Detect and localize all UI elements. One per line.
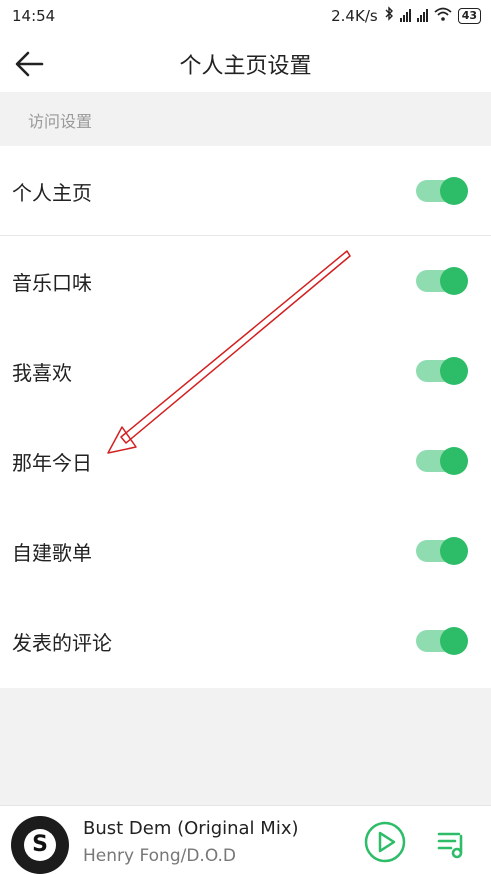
setting-label: 发表的评论 [12, 631, 112, 655]
setting-row-profile[interactable]: 个人主页 [0, 146, 491, 236]
network-speed: 2.4K/s [331, 6, 378, 25]
play-icon [364, 821, 406, 863]
playlist-icon [437, 832, 463, 859]
liked-toggle[interactable] [416, 357, 468, 385]
page-title: 个人主页设置 [179, 54, 312, 79]
album-art[interactable]: S [11, 816, 69, 874]
this-day-toggle[interactable] [416, 447, 468, 475]
bluetooth-icon [384, 6, 394, 25]
song-artist: Henry Fong/D.O.D [83, 846, 237, 866]
setting-label: 我喜欢 [12, 361, 72, 385]
signal-icon [399, 9, 411, 22]
wifi-icon [434, 7, 452, 25]
toggle-knob [440, 267, 468, 295]
battery-indicator: 43 [457, 7, 481, 24]
settings-list: 个人主页 音乐口味 我喜欢 那年今日 自建歌单 发表的评论 [0, 146, 491, 688]
setting-label: 那年今日 [12, 451, 92, 475]
section-header: 访问设置 [0, 92, 491, 146]
header: 个人主页设置 [0, 34, 491, 92]
setting-label: 自建歌单 [12, 541, 92, 565]
song-title: Bust Dem (Original Mix) [83, 818, 299, 839]
status-icons: 2.4K/s 43 [331, 6, 481, 25]
setting-row-liked[interactable]: 我喜欢 [0, 326, 491, 416]
play-button[interactable] [363, 820, 407, 864]
comments-toggle[interactable] [416, 627, 468, 655]
status-time: 14:54 [12, 7, 56, 25]
setting-row-comments[interactable]: 发表的评论 [0, 596, 491, 686]
setting-row-created-playlists[interactable]: 自建歌单 [0, 506, 491, 596]
toggle-knob [440, 447, 468, 475]
status-bar: 14:54 2.4K/s 43 [0, 0, 491, 34]
setting-label: 个人主页 [12, 181, 92, 205]
setting-label: 音乐口味 [12, 271, 92, 295]
row-divider [0, 235, 491, 236]
album-logo: S [24, 829, 56, 861]
toggle-knob [440, 177, 468, 205]
signal-icon [416, 9, 428, 22]
mini-player[interactable]: S Bust Dem (Original Mix) Henry Fong/D.O… [0, 805, 491, 874]
playlist-button[interactable] [436, 828, 470, 862]
created-playlists-toggle[interactable] [416, 537, 468, 565]
profile-toggle[interactable] [416, 177, 468, 205]
section-label: 访问设置 [28, 112, 93, 131]
toggle-knob [440, 357, 468, 385]
setting-row-music-taste[interactable]: 音乐口味 [0, 236, 491, 326]
toggle-knob [440, 627, 468, 655]
toggle-knob [440, 537, 468, 565]
setting-row-this-day[interactable]: 那年今日 [0, 416, 491, 506]
music-taste-toggle[interactable] [416, 267, 468, 295]
